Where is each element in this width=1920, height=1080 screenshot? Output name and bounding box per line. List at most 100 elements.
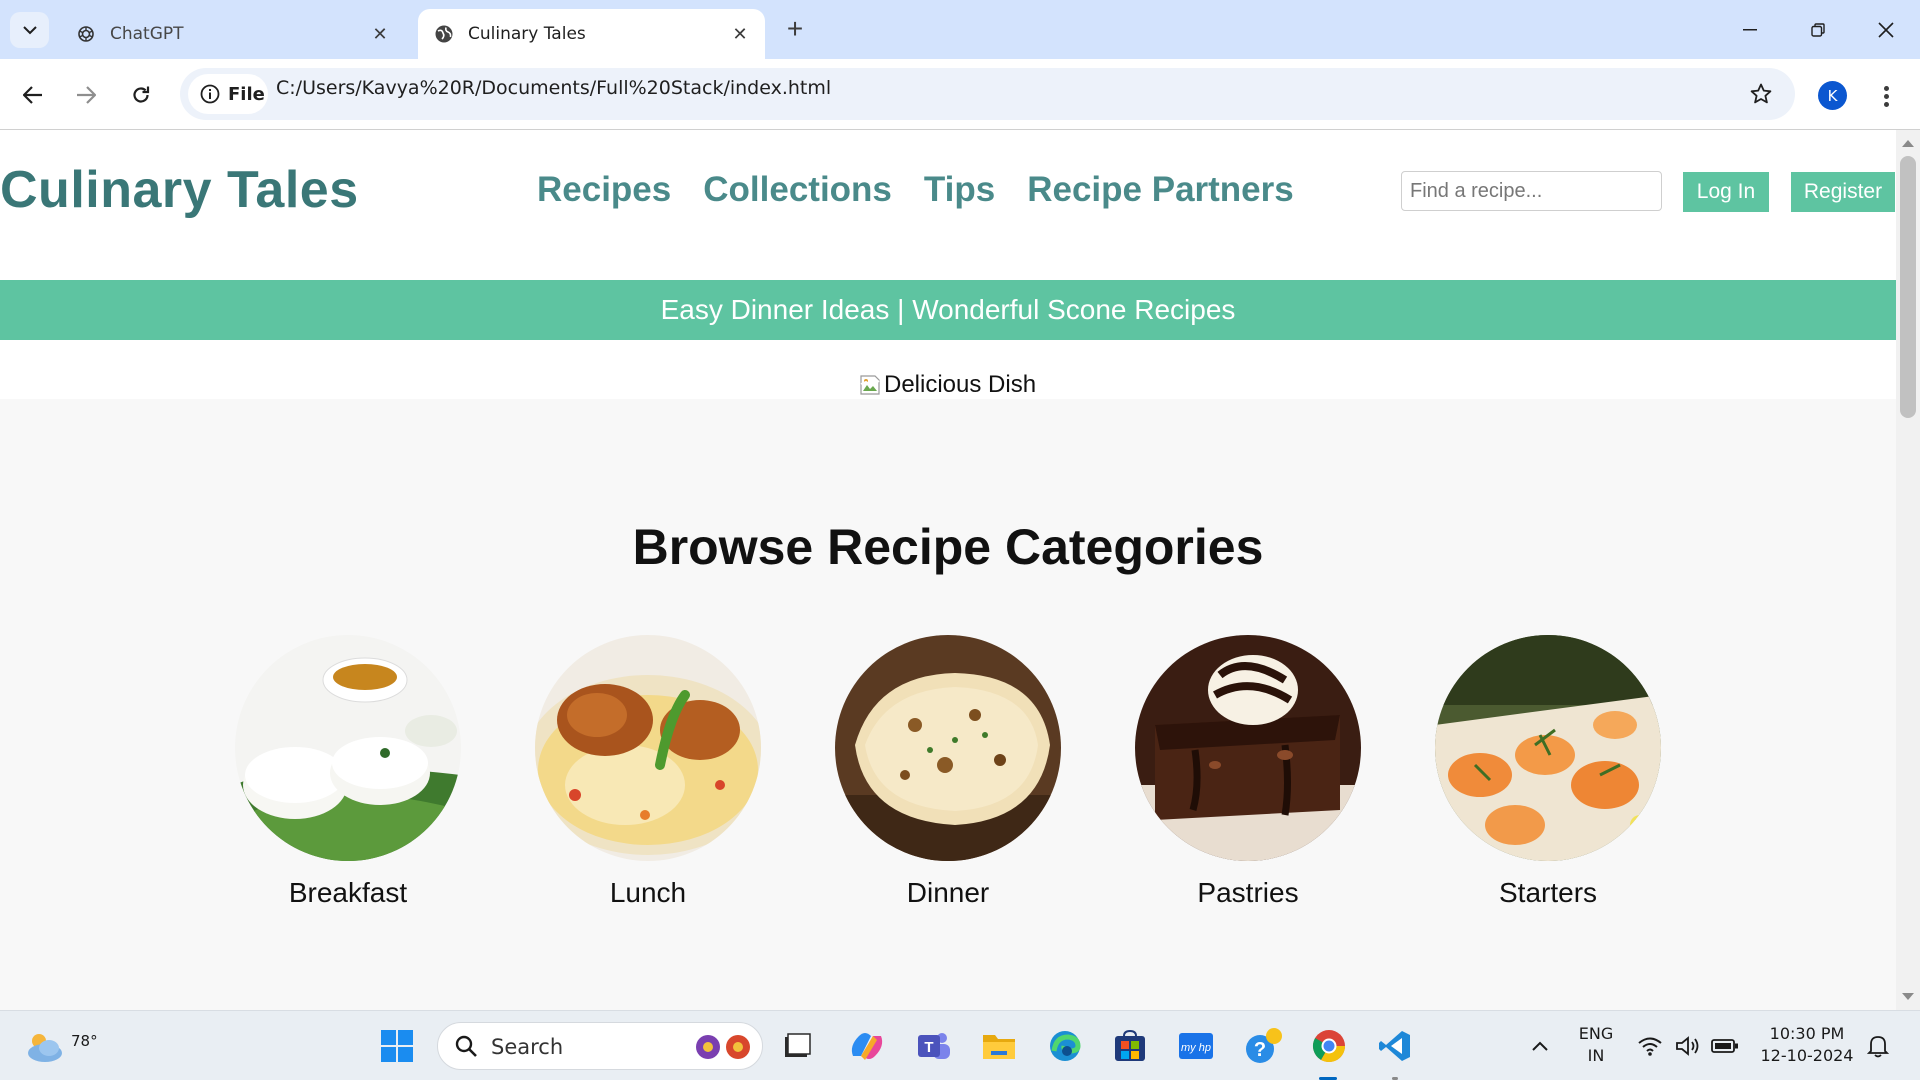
profile-avatar[interactable]: K — [1818, 81, 1847, 110]
category-label[interactable]: Pastries — [1135, 877, 1361, 909]
weather-temperature: 78° — [71, 1032, 98, 1050]
hero-section: Delicious Dish — [0, 340, 1896, 399]
region-code: IN — [1587, 1046, 1605, 1065]
chrome-icon[interactable] — [1309, 1026, 1349, 1066]
reload-icon — [133, 86, 150, 103]
category-label[interactable]: Lunch — [535, 877, 761, 909]
svg-text:?: ? — [1254, 1039, 1266, 1061]
microsoft-store-icon[interactable] — [1110, 1026, 1150, 1066]
site-logo[interactable]: Culinary Tales — [0, 160, 359, 220]
nav-link-collections[interactable]: Collections — [703, 170, 892, 210]
chevron-down-icon — [22, 25, 37, 34]
edge-icon[interactable] — [1045, 1026, 1085, 1066]
page-viewport: Culinary Tales Recipes Collections Tips … — [0, 130, 1896, 1010]
recipe-search-input[interactable] — [1401, 171, 1662, 211]
nav-link-recipes[interactable]: Recipes — [537, 170, 671, 210]
tab-title: ChatGPT — [110, 24, 184, 44]
clock-time: 10:30 PM — [1769, 1024, 1845, 1043]
info-icon — [200, 84, 220, 104]
menu-dot — [1883, 93, 1889, 99]
notifications-bell-icon[interactable] — [1858, 1026, 1898, 1066]
windows-start-icon[interactable] — [377, 1026, 417, 1066]
restore-icon — [1811, 22, 1825, 37]
category-label[interactable]: Breakfast — [235, 877, 461, 909]
new-tab-button[interactable]: + — [780, 13, 810, 44]
pastries-image[interactable] — [1135, 635, 1361, 861]
main-nav: Recipes Collections Tips Recipe Partners — [537, 170, 1294, 210]
copilot-icon[interactable] — [847, 1026, 887, 1066]
nav-link-recipe-partners[interactable]: Recipe Partners — [1027, 170, 1294, 210]
close-tab-icon[interactable]: ✕ — [367, 21, 393, 47]
weather-widget[interactable]: 78° — [25, 1023, 98, 1068]
category-label[interactable]: Starters — [1435, 877, 1661, 909]
back-button[interactable] — [14, 76, 52, 114]
browser-menu-button[interactable] — [1872, 79, 1900, 113]
cloudy-weather-icon — [28, 1034, 62, 1062]
category-card-pastries[interactable]: Pastries — [1135, 635, 1361, 909]
openai-logo-icon — [74, 22, 98, 46]
window-controls — [1716, 0, 1920, 59]
task-view-icon[interactable] — [777, 1026, 817, 1066]
nav-link-tips[interactable]: Tips — [924, 170, 995, 210]
browser-tab-strip: ChatGPT ✕ Culinary Tales ✕ + — [0, 0, 1920, 59]
language-code: ENG — [1578, 1024, 1614, 1043]
hero-image-alt-text: Delicious Dish — [884, 371, 1037, 398]
scroll-down-arrow-icon[interactable] — [1902, 993, 1914, 1000]
arrow-left-icon — [23, 86, 42, 104]
tab-culinary-tales[interactable]: Culinary Tales ✕ — [418, 9, 765, 59]
register-button[interactable]: Register — [1791, 172, 1895, 212]
page-scrollbar[interactable] — [1896, 130, 1920, 1010]
close-tab-icon[interactable]: ✕ — [727, 21, 753, 47]
wifi-icon[interactable] — [1630, 1026, 1670, 1066]
get-help-icon[interactable]: ? — [1244, 1026, 1284, 1066]
promo-banner: Easy Dinner Ideas | Wonderful Scone Reci… — [0, 280, 1896, 340]
tab-search-button[interactable] — [10, 12, 49, 48]
file-explorer-icon[interactable] — [979, 1026, 1019, 1066]
category-label[interactable]: Dinner — [835, 877, 1061, 909]
category-card-starters[interactable]: Starters — [1435, 635, 1661, 909]
close-icon — [1878, 21, 1894, 38]
taskbar-search-box[interactable]: Search — [437, 1022, 763, 1070]
category-card-breakfast[interactable]: Breakfast — [235, 635, 461, 909]
login-button[interactable]: Log In — [1683, 172, 1769, 212]
promo-banner-text[interactable]: Easy Dinner Ideas | Wonderful Scone Reci… — [661, 294, 1236, 326]
menu-dot — [1883, 101, 1889, 107]
url-text[interactable]: C:/Users/Kavya%20R/Documents/Full%20Stac… — [276, 77, 831, 99]
myhp-icon[interactable]: my hp — [1176, 1026, 1216, 1066]
battery-icon[interactable] — [1705, 1026, 1745, 1066]
site-chip-label: File — [228, 83, 265, 105]
hero-image: Delicious Dish — [858, 371, 1036, 399]
taskbar-search-label: Search — [491, 1035, 564, 1059]
site-header: Culinary Tales Recipes Collections Tips … — [0, 130, 1896, 280]
reload-button[interactable] — [122, 76, 160, 114]
broken-image-icon — [860, 375, 880, 395]
site-info-pill[interactable]: File — [188, 74, 268, 114]
vscode-icon[interactable] — [1375, 1026, 1415, 1066]
restore-button[interactable] — [1784, 0, 1852, 59]
tab-chatgpt[interactable]: ChatGPT ✕ — [60, 9, 405, 59]
lunch-image[interactable] — [535, 635, 761, 861]
scroll-thumb[interactable] — [1900, 156, 1916, 418]
menu-dot — [1883, 85, 1889, 91]
minimize-button[interactable] — [1716, 0, 1784, 59]
address-bar[interactable]: File C:/Users/Kavya%20R/Documents/Full%2… — [180, 68, 1795, 120]
clock[interactable]: 10:30 PM 12-10-2024 — [1752, 1023, 1862, 1067]
close-window-button[interactable] — [1852, 0, 1920, 59]
category-card-lunch[interactable]: Lunch — [535, 635, 761, 909]
starters-image[interactable] — [1435, 635, 1661, 861]
category-card-dinner[interactable]: Dinner — [835, 635, 1061, 909]
search-icon — [455, 1035, 477, 1057]
show-hidden-icons-chevron-icon[interactable] — [1520, 1026, 1560, 1066]
minimize-icon — [1743, 28, 1757, 30]
language-indicator[interactable]: ENG IN — [1576, 1023, 1616, 1067]
dinner-image[interactable] — [835, 635, 1061, 861]
search-highlight-flowers-icon — [696, 1035, 750, 1059]
breakfast-image[interactable] — [235, 635, 461, 861]
scroll-up-arrow-icon[interactable] — [1902, 140, 1914, 147]
bookmark-button[interactable] — [1747, 80, 1775, 108]
windows-taskbar: 78° Search T my hp ? ENG IN 10:30 PM 12-… — [0, 1010, 1920, 1080]
forward-button[interactable] — [67, 76, 105, 114]
teams-icon[interactable]: T — [914, 1026, 954, 1066]
globe-icon — [432, 22, 456, 46]
volume-icon[interactable] — [1668, 1026, 1708, 1066]
